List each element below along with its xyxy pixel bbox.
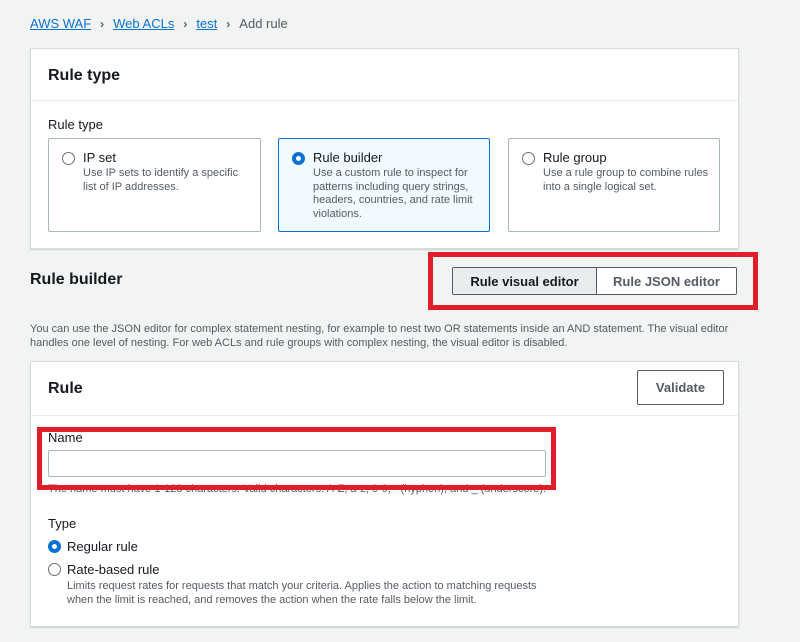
breadcrumb-aws-waf[interactable]: AWS WAF: [30, 16, 91, 31]
type-label: Type: [48, 516, 77, 531]
highlight-box-editor-toggle: [428, 252, 758, 310]
rule-type-panel-header: Rule type: [31, 49, 738, 101]
radio-rule-builder[interactable]: [292, 152, 305, 165]
tile-rule-builder[interactable]: Rule builder Use a custom rule to inspec…: [278, 138, 490, 232]
tile-description: Use a rule group to combine rules into a…: [543, 167, 709, 193]
rule-builder-help: You can use the JSON editor for complex …: [30, 323, 729, 349]
breadcrumb-web-acls[interactable]: Web ACLs: [113, 16, 174, 31]
breadcrumb-test[interactable]: test: [196, 16, 217, 31]
tile-rule-group[interactable]: Rule group Use a rule group to combine r…: [508, 138, 720, 232]
rate-based-rule-label[interactable]: Rate-based rule: [67, 562, 160, 577]
radio-rate-based-rule[interactable]: [48, 563, 61, 576]
validate-button[interactable]: Validate: [637, 370, 724, 405]
rule-type-label: Rule type: [48, 117, 103, 132]
radio-rule-group[interactable]: [522, 152, 535, 165]
radio-ip-set[interactable]: [62, 152, 75, 165]
breadcrumb-current: Add rule: [239, 16, 288, 31]
tile-ip-set[interactable]: IP set Use IP sets to identify a specifi…: [48, 138, 261, 232]
rule-type-title: Rule type: [48, 67, 121, 84]
rule-title: Rule: [48, 380, 83, 397]
chevron-right-icon: ›: [226, 16, 231, 31]
tile-title: Rule builder: [313, 150, 383, 165]
chevron-right-icon: ›: [100, 16, 105, 31]
highlight-box-name-field: [37, 427, 556, 490]
tile-title: Rule group: [543, 150, 607, 165]
radio-regular-rule[interactable]: [48, 540, 61, 553]
tile-description: Use a custom rule to inspect for pattern…: [313, 167, 473, 220]
tile-description: Use IP sets to identify a specific list …: [83, 167, 239, 193]
regular-rule-label[interactable]: Regular rule: [67, 539, 138, 554]
rule-builder-title: Rule builder: [30, 271, 123, 288]
rule-panel-header: Rule: [31, 362, 738, 416]
tile-title: IP set: [83, 150, 117, 165]
chevron-right-icon: ›: [183, 16, 188, 31]
rate-based-rule-description: Limits request rates for requests that m…: [67, 580, 537, 606]
breadcrumb: AWS WAF › Web ACLs › test › Add rule: [30, 16, 288, 31]
